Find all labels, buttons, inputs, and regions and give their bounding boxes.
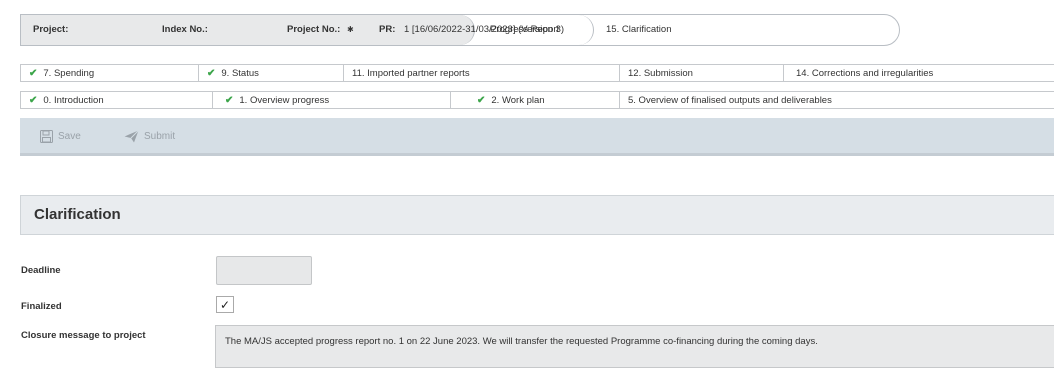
submit-label: Submit xyxy=(144,131,176,142)
check-icon: ✔ xyxy=(225,94,234,106)
tab-status[interactable]: ✔ 9. Status xyxy=(199,64,344,82)
floppy-disk-icon xyxy=(40,130,53,143)
tab-label: 1. Overview progress xyxy=(239,94,330,106)
check-icon: ✔ xyxy=(29,67,38,79)
project-label: Project: xyxy=(33,24,69,35)
breadcrumb-step-current: 15. Clarification xyxy=(606,24,672,35)
tab-label: 2. Work plan xyxy=(491,94,545,106)
pr-value: 1 [16/06/2022-31/03/2023] (Version 3) xyxy=(404,24,565,35)
check-icon: ✔ xyxy=(29,94,38,106)
section-header: Clarification xyxy=(20,195,1054,235)
closure-message-value: The MA/JS accepted progress report no. 1… xyxy=(225,336,818,347)
submit-button[interactable]: Submit xyxy=(124,130,175,143)
index-no-label: Index No.: xyxy=(162,24,208,35)
project-no-value: ✱ xyxy=(347,25,354,34)
save-label: Save xyxy=(58,131,81,142)
tab-work-plan[interactable]: ✔ 2. Work plan xyxy=(451,91,620,109)
tab-label: 0. Introduction xyxy=(43,94,104,106)
check-icon: ✔ xyxy=(207,67,216,79)
tab-spending[interactable]: ✔ 7. Spending xyxy=(20,64,199,82)
tabs-row-1: ✔ 7. Spending ✔ 9. Status 11. Imported p… xyxy=(20,64,1054,82)
finalized-checkbox[interactable]: ✓ xyxy=(216,296,234,313)
tabs-row-2: ✔ 0. Introduction ✔ 1. Overview progress… xyxy=(20,91,1054,109)
deadline-label: Deadline xyxy=(21,265,61,276)
check-icon: ✔ xyxy=(477,94,486,106)
paper-plane-icon xyxy=(124,130,139,143)
tab-label: 12. Submission xyxy=(628,67,693,79)
tab-label: 9. Status xyxy=(221,67,259,79)
tab-finalised-outputs[interactable]: 5. Overview of finalised outputs and del… xyxy=(620,91,1054,109)
pr-label: PR: xyxy=(379,24,396,35)
tab-corrections-and-irregularities[interactable]: 14. Corrections and irregularities xyxy=(784,64,1054,82)
tab-label: 7. Spending xyxy=(43,67,95,79)
breadcrumb: Progress Report Project: Index No.: Proj… xyxy=(20,14,900,46)
checkmark-icon: ✓ xyxy=(219,297,231,312)
tab-label: 5. Overview of finalised outputs and del… xyxy=(628,94,832,106)
tab-imported-partner-reports[interactable]: 11. Imported partner reports xyxy=(344,64,620,82)
closure-message-label: Closure message to project xyxy=(21,330,146,341)
toolbar: Save Submit xyxy=(20,118,1054,156)
save-button[interactable]: Save xyxy=(40,130,81,143)
section-title: Clarification xyxy=(34,206,121,223)
closure-message-field[interactable]: The MA/JS accepted progress report no. 1… xyxy=(215,325,1054,368)
project-no-label: Project No.: xyxy=(287,24,341,35)
tab-label: 14. Corrections and irregularities xyxy=(796,67,934,79)
deadline-field[interactable] xyxy=(216,256,312,285)
tab-introduction[interactable]: ✔ 0. Introduction xyxy=(20,91,213,109)
finalized-label: Finalized xyxy=(21,301,62,312)
tab-label: 11. Imported partner reports xyxy=(352,67,470,79)
tab-submission[interactable]: 12. Submission xyxy=(620,64,784,82)
breadcrumb-project[interactable]: Project: Index No.: Project No.: ✱ PR: 1… xyxy=(21,15,564,45)
tab-overview-progress[interactable]: ✔ 1. Overview progress xyxy=(213,91,451,109)
